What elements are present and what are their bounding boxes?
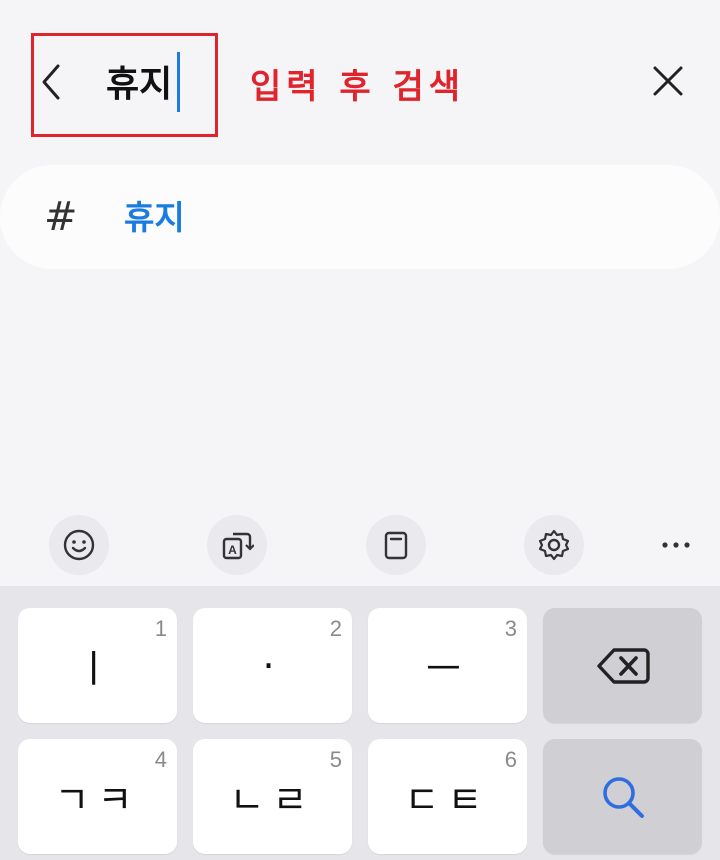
key-glyph: · — [262, 643, 283, 688]
clipboard-icon — [384, 531, 408, 560]
search-input[interactable]: 휴지 — [106, 60, 172, 110]
backspace-key[interactable] — [543, 608, 702, 723]
back-button[interactable] — [36, 58, 68, 106]
text-caret — [177, 52, 180, 112]
hash-icon: # — [44, 194, 78, 240]
search-key[interactable] — [543, 739, 702, 854]
search-screen: 휴지 입력 후 검색 # 휴지 A — [0, 0, 720, 586]
suggestion-text: 휴지 — [124, 198, 185, 237]
settings-button[interactable] — [524, 515, 584, 575]
keyboard: 1 ㅣ 2 · 3 ㅡ 4 ㄱㅋ 5 ㄴㄹ 6 ㄷㅌ — [0, 586, 720, 860]
emoji-icon — [63, 529, 95, 561]
key-2[interactable]: 2 · — [193, 608, 352, 723]
search-glyph — [543, 739, 702, 854]
more-icon — [662, 542, 690, 548]
translate-button[interactable]: A — [207, 515, 267, 575]
svg-text:A: A — [228, 543, 237, 557]
emoji-button[interactable] — [49, 515, 109, 575]
key-glyph: ㄱㅋ — [54, 778, 141, 822]
key-4[interactable]: 4 ㄱㅋ — [18, 739, 177, 854]
suggestion-item[interactable]: # 휴지 — [0, 165, 720, 269]
key-6[interactable]: 6 ㄷㅌ — [368, 739, 527, 854]
key-glyph: ㄷㅌ — [404, 778, 491, 822]
clipboard-button[interactable] — [366, 515, 426, 575]
key-glyph: ㅣ — [76, 647, 119, 691]
search-icon — [602, 776, 644, 818]
settings-icon — [538, 529, 570, 561]
close-button[interactable] — [650, 63, 686, 99]
key-3[interactable]: 3 ㅡ — [368, 608, 527, 723]
key-glyph: ㅡ — [426, 647, 469, 691]
chevron-left-icon — [42, 64, 60, 100]
backspace-icon — [596, 647, 650, 684]
key-1[interactable]: 1 ㅣ — [18, 608, 177, 723]
backspace-glyph — [543, 608, 702, 723]
close-icon — [653, 66, 683, 96]
key-5[interactable]: 5 ㄴㄹ — [193, 739, 352, 854]
annotation-label: 입력 후 검색 — [250, 67, 466, 107]
more-button[interactable] — [656, 525, 696, 565]
key-glyph: ㄴㄹ — [229, 778, 316, 822]
translate-icon: A — [222, 532, 254, 560]
